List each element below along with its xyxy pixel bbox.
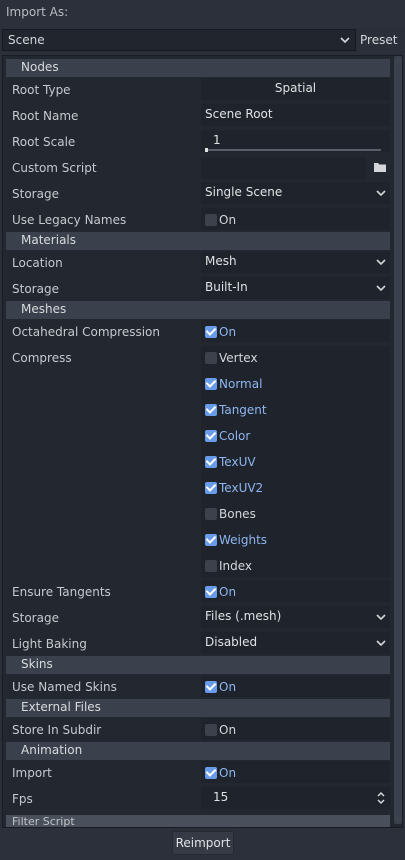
import-type-dropdown[interactable]: Scene (2, 29, 356, 51)
compress-texuv2-checkbox[interactable] (205, 482, 217, 494)
meshes-storage-dropdown[interactable]: Files (.mesh) (201, 606, 390, 628)
fps-label: Fps (12, 792, 33, 806)
section-title: Skins (21, 657, 53, 671)
nodes-storage-value: Single Scene (205, 185, 283, 199)
compress-bones-label: Bones (219, 507, 256, 521)
compress-texuv-checkbox[interactable] (205, 456, 217, 468)
section-materials[interactable]: Materials (6, 232, 390, 250)
compress-tangent-checkbox[interactable] (205, 404, 217, 416)
store-subdir-checkbox[interactable] (205, 724, 217, 736)
light-baking-value: Disabled (205, 635, 258, 649)
root-type-value: Spatial (274, 81, 317, 95)
materials-location-dropdown[interactable]: Mesh (201, 251, 390, 273)
section-meshes[interactable]: Meshes (6, 301, 390, 319)
compress-weights-label: Weights (219, 533, 268, 547)
compress-index-label: Index (219, 559, 253, 573)
chevron-down-icon (376, 614, 386, 621)
ensure-tangents-label: Ensure Tangents (12, 585, 111, 599)
preset-button[interactable]: Preset (360, 33, 397, 47)
compress-normal-checkbox[interactable] (205, 378, 217, 390)
compress-weights-checkbox[interactable] (205, 534, 217, 546)
compress-vertex-checkbox[interactable] (205, 352, 217, 364)
animation-import-label: Import (12, 766, 52, 780)
section-external-files[interactable]: External Files (6, 699, 390, 717)
compress-color-checkbox[interactable] (205, 430, 217, 442)
compress-color-label: Color (219, 429, 251, 443)
chevron-down-icon (376, 190, 386, 197)
import-type-row: Scene Preset (0, 28, 405, 54)
root-name-value: Scene Root (205, 107, 273, 121)
legacy-names-value: On (219, 213, 237, 227)
chevron-down-icon (340, 37, 350, 44)
root-type-button[interactable]: Spatial (201, 78, 390, 100)
vertical-scrollbar[interactable] (394, 56, 402, 824)
section-filter-script[interactable]: Filter Script (6, 815, 390, 827)
custom-script-field[interactable] (201, 157, 366, 179)
store-subdir-label: Store In Subdir (12, 723, 102, 737)
materials-storage-value: Built-In (205, 280, 248, 294)
section-skins[interactable]: Skins (6, 656, 390, 674)
section-title: Nodes (21, 60, 59, 74)
compress-index-checkbox[interactable] (205, 560, 217, 572)
section-title: Meshes (21, 302, 67, 316)
reimport-label: Reimport (175, 836, 231, 850)
section-animation[interactable]: Animation (6, 742, 390, 760)
octahedral-value: On (219, 325, 237, 339)
section-nodes[interactable]: Nodes (6, 59, 390, 77)
animation-import-checkbox[interactable] (205, 767, 217, 779)
legacy-names-label: Use Legacy Names (12, 213, 127, 227)
reimport-button[interactable]: Reimport (172, 831, 234, 855)
legacy-names-checkbox[interactable] (205, 214, 217, 226)
root-name-input[interactable]: Scene Root (201, 104, 390, 126)
nodes-storage-dropdown[interactable]: Single Scene (201, 182, 390, 204)
compress-vertex-label: Vertex (219, 351, 258, 365)
materials-storage-label: Storage (12, 282, 59, 296)
light-baking-dropdown[interactable]: Disabled (201, 632, 390, 654)
compress-label: Compress (12, 351, 72, 365)
compress-normal-label: Normal (219, 377, 263, 391)
import-as-label: Import As: (6, 5, 69, 19)
named-skins-checkbox[interactable] (205, 681, 217, 693)
octahedral-label: Octahedral Compression (12, 325, 161, 339)
octahedral-checkbox[interactable] (205, 326, 217, 338)
chevron-down-icon (376, 640, 386, 647)
named-skins-value: On (219, 680, 237, 694)
folder-icon[interactable] (373, 161, 387, 173)
root-scale-label: Root Scale (12, 135, 76, 149)
root-name-label: Root Name (12, 109, 79, 123)
section-title: Materials (21, 233, 77, 247)
nodes-storage-label: Storage (12, 187, 59, 201)
section-title: Filter Script (12, 815, 75, 827)
materials-storage-dropdown[interactable]: Built-In (201, 277, 390, 299)
ensure-tangents-value: On (219, 585, 237, 599)
meshes-storage-label: Storage (12, 611, 59, 625)
root-type-label: Root Type (12, 83, 71, 97)
materials-location-value: Mesh (205, 254, 237, 268)
ensure-tangents-checkbox[interactable] (205, 586, 217, 598)
animation-import-value: On (219, 766, 237, 780)
compress-bones-checkbox[interactable] (205, 508, 217, 520)
chevron-down-icon (376, 259, 386, 266)
compress-texuv2-label: TexUV2 (219, 481, 264, 495)
compress-tangent-label: Tangent (219, 403, 267, 417)
store-subdir-value: On (219, 723, 237, 737)
fps-spinbox[interactable]: 15 (201, 787, 390, 809)
meshes-storage-value: Files (.mesh) (205, 609, 282, 623)
named-skins-label: Use Named Skins (12, 680, 117, 694)
materials-location-label: Location (12, 256, 63, 270)
root-scale-slider-track[interactable] (205, 149, 381, 151)
import-header: Import As: (0, 0, 405, 28)
import-type-value: Scene (8, 33, 45, 47)
section-title: External Files (21, 700, 101, 714)
root-scale-value: 1 (213, 133, 221, 147)
root-scale-slider-grabber[interactable] (205, 148, 208, 152)
spinner-arrows-icon[interactable] (376, 791, 386, 805)
light-baking-label: Light Baking (12, 637, 87, 651)
section-title: Animation (21, 743, 83, 757)
fps-value: 15 (213, 790, 229, 804)
custom-script-label: Custom Script (12, 161, 97, 175)
compress-texuv-label: TexUV (219, 455, 256, 469)
chevron-down-icon (376, 285, 386, 292)
scrollbar-thumb[interactable] (394, 56, 402, 824)
